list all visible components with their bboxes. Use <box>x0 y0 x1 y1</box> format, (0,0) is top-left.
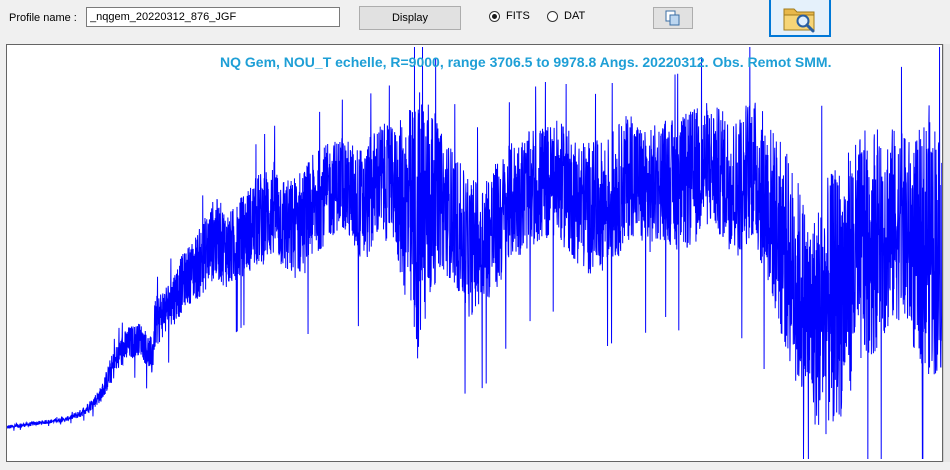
copy-icon <box>665 10 680 26</box>
spectrum-series-line <box>7 46 942 460</box>
folder-search-icon <box>783 8 815 32</box>
dat-radio-label: DAT <box>564 10 586 22</box>
profile-name-label: Profile name : <box>9 12 77 24</box>
spectrum-chart <box>7 46 942 460</box>
display-button[interactable]: Display <box>359 6 461 30</box>
copy-button[interactable] <box>653 7 693 29</box>
fits-radio-label: FITS <box>506 10 530 22</box>
toolbar: Profile name : Display FITS DAT <box>0 0 950 40</box>
fits-radio[interactable]: FITS <box>489 10 530 22</box>
fits-radio-indicator[interactable] <box>489 10 500 22</box>
vertical-scrollbar[interactable] <box>943 44 950 462</box>
profile-name-input[interactable] <box>86 7 340 27</box>
spectrum-viewer-window: Profile name : Display FITS DAT <box>0 0 950 470</box>
open-file-button[interactable] <box>769 0 831 37</box>
dat-radio-indicator[interactable] <box>547 10 558 22</box>
plot-title: NQ Gem, NOU_T echelle, R=9000, range 370… <box>220 54 832 70</box>
dat-radio[interactable]: DAT <box>547 10 585 22</box>
spectrum-plot[interactable]: NQ Gem, NOU_T echelle, R=9000, range 370… <box>6 44 943 462</box>
